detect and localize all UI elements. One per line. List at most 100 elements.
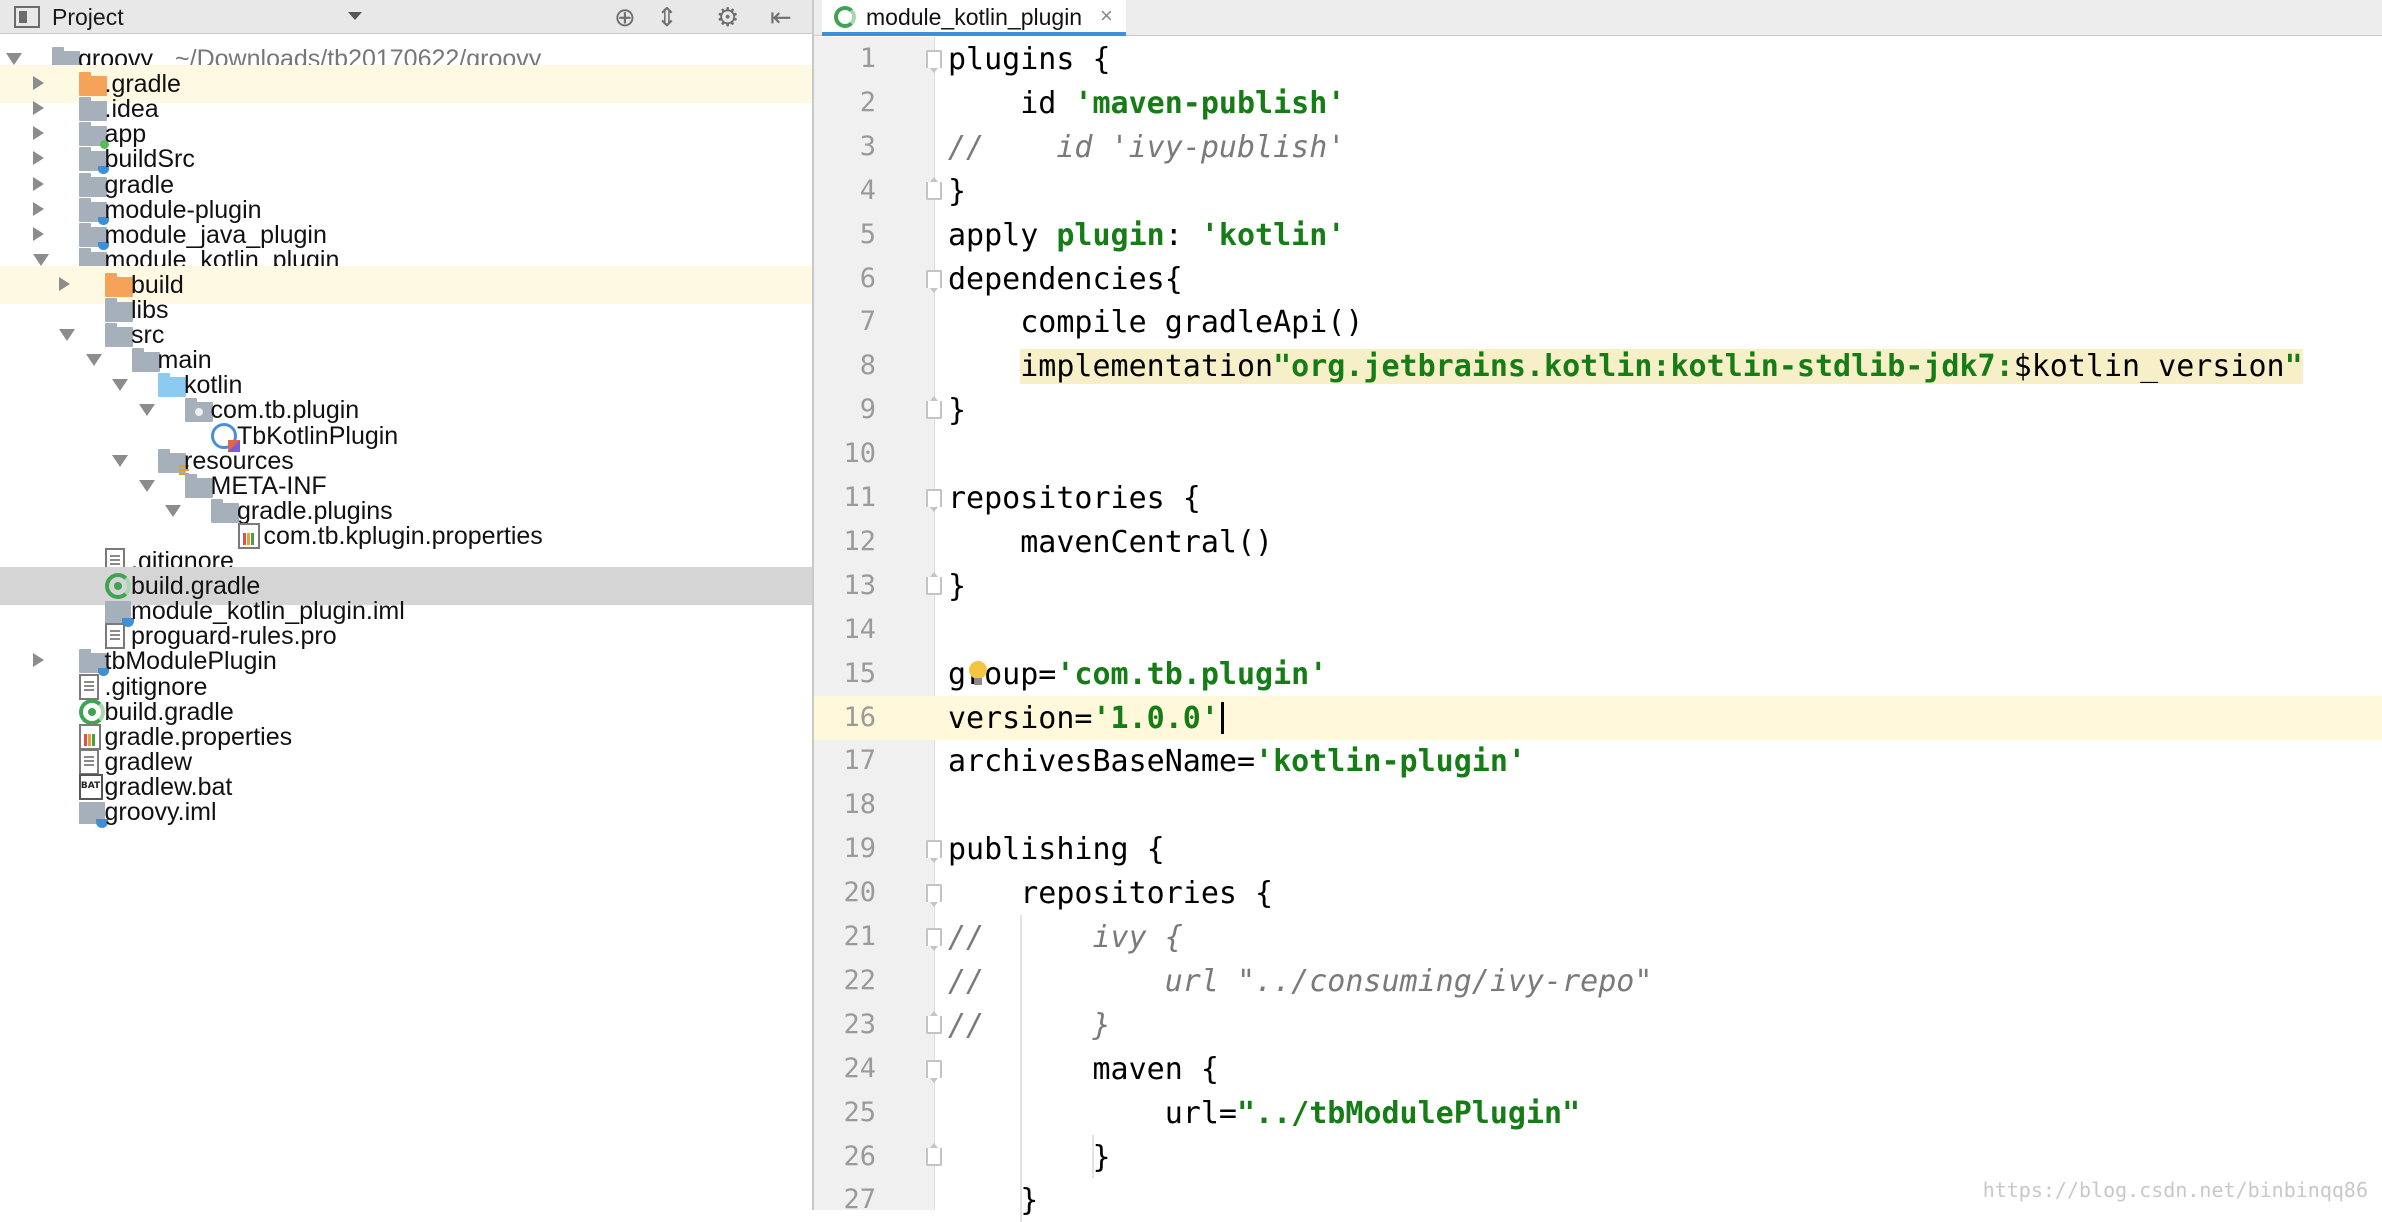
code-line[interactable]: 20 repositories { <box>814 871 2382 915</box>
fold-end-icon[interactable] <box>926 1142 942 1166</box>
collapsed-arrow-icon[interactable] <box>32 201 44 216</box>
code-line[interactable]: 23 // } <box>814 1003 2382 1047</box>
collapsed-arrow-icon[interactable] <box>32 176 44 191</box>
code-line[interactable]: 13} <box>814 564 2382 608</box>
hide-panel-icon[interactable]: ⇤ <box>770 2 792 33</box>
code-text: archivesBaseName='kotlin-plugin' <box>948 744 1526 779</box>
code-line[interactable]: 19 publishing { <box>814 827 2382 871</box>
expanded-arrow-icon[interactable] <box>138 404 155 417</box>
line-number: 1 <box>859 43 876 74</box>
code-token: plugin <box>1056 217 1165 253</box>
code-line[interactable]: 16 version='1.0.0' <box>814 695 2382 740</box>
code-token: " <box>1236 963 1256 999</box>
code-token: compile gradleApi() <box>948 305 1364 341</box>
collapse-all-icon[interactable]: ⇕ <box>656 2 678 33</box>
line-number: 10 <box>843 438 876 470</box>
code-line[interactable]: 9} <box>814 388 2382 432</box>
line-number: 26 <box>843 1140 876 1172</box>
fold-start-icon[interactable] <box>926 489 942 512</box>
tab-label: module_kotlin_plugin <box>866 4 1083 30</box>
code-text: apply plugin: 'kotlin' <box>948 218 1345 253</box>
collapsed-arrow-icon[interactable] <box>32 226 44 241</box>
fold-start-icon[interactable] <box>926 269 942 293</box>
code-line[interactable]: 10 <box>814 432 2382 476</box>
close-icon[interactable]: × <box>1100 3 1113 29</box>
expanded-arrow-icon[interactable] <box>59 329 75 342</box>
expanded-arrow-icon[interactable] <box>112 379 128 392</box>
code-token: maven { <box>948 1051 1219 1087</box>
code-line[interactable]: 5 apply plugin: 'kotlin' <box>814 213 2382 257</box>
line-number: 11 <box>843 482 876 513</box>
code-line[interactable]: 2 id 'maven-publish' <box>814 81 2382 125</box>
collapsed-arrow-icon[interactable] <box>59 276 70 291</box>
fold-end-icon[interactable] <box>926 396 942 420</box>
code-line[interactable]: 25 url="../tbModulePlugin" <box>814 1091 2382 1135</box>
code-text: } <box>948 569 966 604</box>
fold-end-icon[interactable] <box>926 1010 942 1034</box>
collapsed-arrow-icon[interactable] <box>32 653 44 668</box>
code-text: // } <box>948 1008 1111 1043</box>
expanded-arrow-icon[interactable] <box>6 53 22 65</box>
code-token: 'maven-publish' <box>1074 85 1346 121</box>
fold-end-icon[interactable] <box>926 571 942 595</box>
fold-start-icon[interactable] <box>926 928 942 951</box>
code-line[interactable]: 14 <box>814 608 2382 652</box>
expanded-arrow-icon[interactable] <box>138 479 155 492</box>
code-text: } <box>948 393 966 428</box>
code-line[interactable]: 21 // ivy { <box>814 915 2382 959</box>
collapsed-arrow-icon[interactable] <box>32 151 44 166</box>
code-token: } <box>948 393 967 429</box>
code-line[interactable]: 24 maven { <box>814 1047 2382 1091</box>
line-number: 15 <box>843 657 876 689</box>
code-token: 'kotlin-plugin' <box>1255 744 1526 780</box>
expanded-arrow-icon[interactable] <box>85 354 102 367</box>
code-token: // id 'ivy-publish' <box>948 129 1346 165</box>
code-token: archivesBaseName= <box>948 744 1256 780</box>
project-panel-title[interactable]: Project <box>52 4 124 31</box>
line-number: 9 <box>859 394 876 426</box>
code-token: version= <box>948 700 1093 736</box>
code-line[interactable]: 26 } <box>814 1135 2382 1179</box>
code-token: : <box>1164 217 1201 253</box>
code-line[interactable]: 7 compile gradleApi() <box>814 300 2382 344</box>
code-line[interactable]: 8 implementation"org.jetbrains.kotlin:ko… <box>814 344 2382 388</box>
code-line[interactable]: 15 group='com.tb.plugin' <box>814 652 2382 696</box>
line-number: 8 <box>859 350 876 382</box>
code-line[interactable]: 12 mavenCentral() <box>814 520 2382 564</box>
code-token: id <box>948 85 1075 121</box>
code-token: } <box>948 1183 1039 1219</box>
expanded-arrow-icon[interactable] <box>165 504 181 517</box>
expanded-arrow-icon[interactable] <box>32 253 49 266</box>
intention-bulb-icon[interactable] <box>967 660 989 687</box>
code-token: dependencies{ <box>948 261 1183 297</box>
code-line[interactable]: 18 <box>814 783 2382 827</box>
code-token: "../tbModulePlugin" <box>1236 1095 1581 1131</box>
project-panel: Project ⊕ ⇕ ⚙ ⇤ groovy ~/Downloads/tb2017… <box>0 0 812 1210</box>
code-line[interactable]: 6 dependencies{ <box>814 257 2382 301</box>
code-line[interactable]: 1 plugins { <box>814 37 2382 81</box>
code-line[interactable]: 11 repositories { <box>814 476 2382 520</box>
code-text: maven { <box>948 1051 1219 1087</box>
chevron-down-icon[interactable] <box>348 12 362 20</box>
code-line[interactable]: 22 // url "../consuming/ivy-repo" <box>814 959 2382 1003</box>
code-line[interactable]: 3 // id 'ivy-publish' <box>814 125 2382 169</box>
gear-icon[interactable]: ⚙ <box>716 2 739 33</box>
code-line[interactable]: 17 archivesBaseName='kotlin-plugin' <box>814 739 2382 783</box>
tab-module-kotlin-plugin[interactable]: module_kotlin_plugin × <box>822 0 1126 36</box>
collapsed-arrow-icon[interactable] <box>32 101 44 116</box>
collapsed-arrow-icon[interactable] <box>32 76 44 91</box>
fold-start-icon[interactable] <box>926 50 942 73</box>
fold-start-icon[interactable] <box>926 884 942 908</box>
expanded-arrow-icon[interactable] <box>112 454 128 467</box>
code-line[interactable]: 4} <box>814 169 2382 213</box>
tree-item-name: groovy.iml <box>104 798 217 826</box>
code-text: // id 'ivy-publish' <box>948 130 1345 165</box>
code-token: // ivy { <box>948 920 1183 955</box>
fold-end-icon[interactable] <box>926 176 942 200</box>
fold-start-icon[interactable] <box>926 1059 942 1083</box>
fold-start-icon[interactable] <box>926 840 942 864</box>
scroll-from-source-icon[interactable]: ⊕ <box>614 2 636 33</box>
collapsed-arrow-icon[interactable] <box>32 126 44 141</box>
tree-item[interactable]: groovy.iml <box>0 793 812 831</box>
code-text: compile gradleApi() <box>948 305 1363 340</box>
